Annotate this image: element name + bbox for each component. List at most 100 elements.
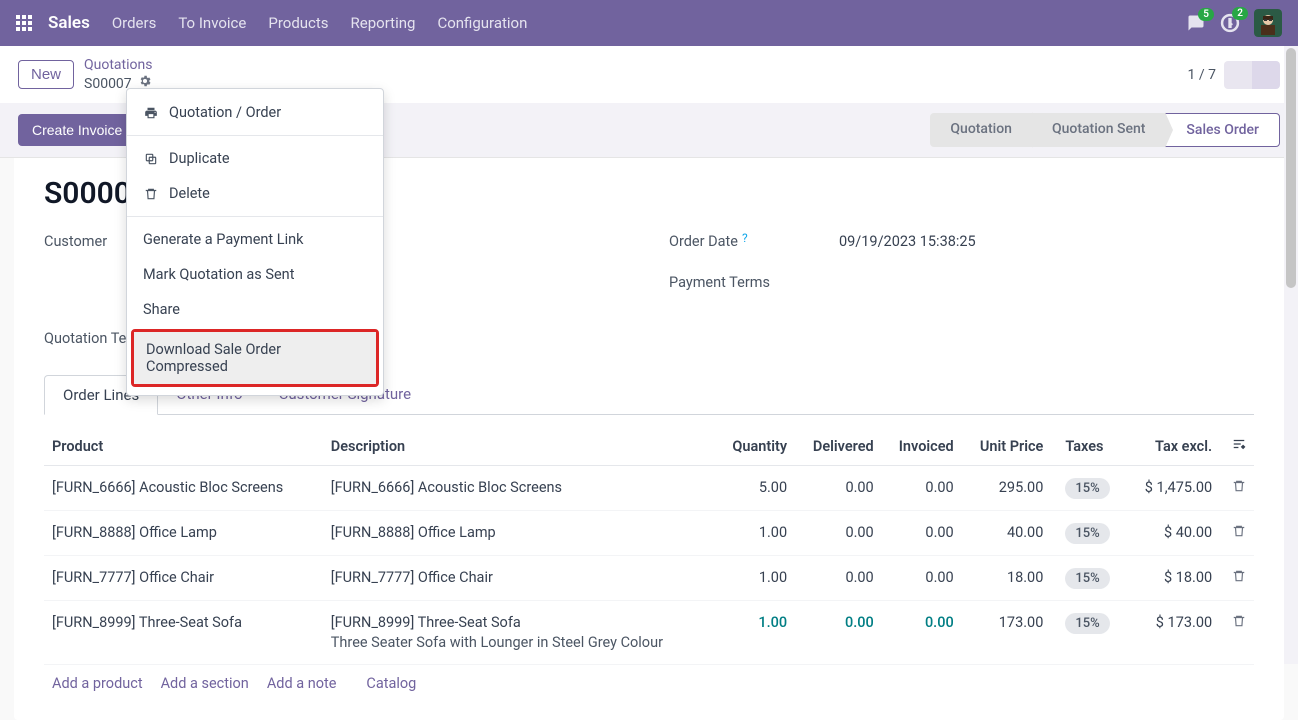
dd-print-quotation[interactable]: Quotation / Order	[127, 95, 383, 130]
table-row[interactable]: [FURN_8888] Office Lamp[FURN_8888] Offic…	[44, 511, 1254, 556]
trash-icon	[1232, 480, 1246, 497]
cell-delete[interactable]	[1220, 466, 1254, 511]
col-unit-price[interactable]: Unit Price	[962, 427, 1052, 466]
dd-mark-sent[interactable]: Mark Quotation as Sent	[127, 257, 383, 292]
activities-icon[interactable]: 2	[1220, 13, 1240, 33]
cell-tax-excl[interactable]: $ 1,475.00	[1126, 466, 1220, 511]
table-row[interactable]: [FURN_8999] Three-Seat Sofa[FURN_8999] T…	[44, 601, 1254, 665]
cell-delete[interactable]	[1220, 556, 1254, 601]
catalog-link[interactable]: Catalog	[366, 675, 416, 692]
col-settings-icon[interactable]	[1220, 427, 1254, 466]
add-product-link[interactable]: Add a product	[52, 675, 143, 692]
scrollbar-thumb[interactable]	[1286, 48, 1296, 288]
activities-count: 2	[1232, 7, 1248, 20]
apps-icon[interactable]	[16, 15, 32, 31]
col-taxes[interactable]: Taxes	[1051, 427, 1126, 466]
cell-delete[interactable]	[1220, 511, 1254, 556]
cell-quantity[interactable]: 1.00	[715, 556, 795, 601]
dd-delete[interactable]: Delete	[127, 176, 383, 211]
cell-description[interactable]: [FURN_8888] Office Lamp	[323, 511, 716, 556]
pager-next-button[interactable]	[1252, 61, 1280, 89]
dd-share[interactable]: Share	[127, 292, 383, 327]
trash-icon	[1232, 570, 1246, 587]
payment-terms-label: Payment Terms	[669, 274, 839, 291]
dd-generate-payment-link[interactable]: Generate a Payment Link	[127, 222, 383, 257]
cell-tax-excl[interactable]: $ 18.00	[1126, 556, 1220, 601]
cell-invoiced[interactable]: 0.00	[882, 556, 962, 601]
col-product[interactable]: Product	[44, 427, 323, 466]
cell-delivered[interactable]: 0.00	[795, 556, 882, 601]
cell-taxes[interactable]: 15%	[1051, 556, 1126, 601]
cell-product[interactable]: [FURN_6666] Acoustic Bloc Screens	[44, 466, 323, 511]
user-avatar[interactable]	[1254, 9, 1282, 37]
cell-unit-price[interactable]: 295.00	[962, 466, 1052, 511]
status-quotation-sent[interactable]: Quotation Sent	[1032, 113, 1165, 147]
cell-quantity[interactable]: 1.00	[715, 601, 795, 665]
col-quantity[interactable]: Quantity	[715, 427, 795, 466]
table-row[interactable]: [FURN_6666] Acoustic Bloc Screens[FURN_6…	[44, 466, 1254, 511]
cell-taxes[interactable]: 15%	[1051, 511, 1126, 556]
print-icon	[143, 106, 159, 120]
col-invoiced[interactable]: Invoiced	[882, 427, 962, 466]
nav-item-configuration[interactable]: Configuration	[437, 14, 527, 32]
cell-product[interactable]: [FURN_8999] Three-Seat Sofa	[44, 601, 323, 665]
status-sales-order[interactable]: Sales Order	[1165, 113, 1280, 147]
cell-description[interactable]: [FURN_6666] Acoustic Bloc Screens	[323, 466, 716, 511]
add-note-link[interactable]: Add a note	[267, 675, 337, 692]
nav-item-to-invoice[interactable]: To Invoice	[178, 14, 246, 32]
status-quotation[interactable]: Quotation	[930, 113, 1032, 147]
scrollbar[interactable]	[1284, 46, 1298, 664]
cell-quantity[interactable]: 1.00	[715, 511, 795, 556]
dd-print-label: Quotation / Order	[169, 104, 281, 121]
cell-quantity[interactable]: 5.00	[715, 466, 795, 511]
cell-delivered[interactable]: 0.00	[795, 466, 882, 511]
cell-taxes[interactable]: 15%	[1051, 466, 1126, 511]
cell-product[interactable]: [FURN_8888] Office Lamp	[44, 511, 323, 556]
cell-invoiced[interactable]: 0.00	[882, 511, 962, 556]
cell-delivered[interactable]: 0.00	[795, 511, 882, 556]
cell-delivered[interactable]: 0.00	[795, 601, 882, 665]
dd-download-label: Download Sale Order Compressed	[146, 341, 364, 375]
dd-download-compressed[interactable]: Download Sale Order Compressed	[134, 332, 376, 384]
dd-delete-label: Delete	[169, 185, 210, 202]
cell-description[interactable]: [FURN_7777] Office Chair	[323, 556, 716, 601]
trash-icon	[143, 187, 159, 201]
cell-unit-price[interactable]: 173.00	[962, 601, 1052, 665]
dd-duplicate-label: Duplicate	[169, 150, 230, 167]
nav-item-products[interactable]: Products	[268, 14, 328, 32]
app-brand[interactable]: Sales	[48, 13, 90, 33]
order-date-value[interactable]: 09/19/2023 15:38:25	[839, 233, 976, 250]
help-icon[interactable]: ?	[742, 231, 748, 245]
cell-invoiced[interactable]: 0.00	[882, 601, 962, 665]
cell-delete[interactable]	[1220, 601, 1254, 665]
pager-prev-button[interactable]	[1224, 61, 1252, 89]
create-invoice-button[interactable]: Create Invoice	[18, 114, 136, 146]
top-navbar: Sales Orders To Invoice Products Reporti…	[0, 0, 1298, 46]
nav-item-orders[interactable]: Orders	[112, 14, 157, 32]
col-description[interactable]: Description	[323, 427, 716, 466]
dd-gen-link-label: Generate a Payment Link	[143, 231, 303, 248]
trash-icon	[1232, 525, 1246, 542]
cell-invoiced[interactable]: 0.00	[882, 466, 962, 511]
pager-text: 1 / 7	[1188, 67, 1216, 83]
table-row[interactable]: [FURN_7777] Office Chair[FURN_7777] Offi…	[44, 556, 1254, 601]
dd-highlight-frame: Download Sale Order Compressed	[131, 329, 379, 387]
cell-product[interactable]: [FURN_7777] Office Chair	[44, 556, 323, 601]
messaging-icon[interactable]: 5	[1186, 14, 1206, 32]
new-button[interactable]: New	[18, 60, 74, 89]
cell-unit-price[interactable]: 18.00	[962, 556, 1052, 601]
col-delivered[interactable]: Delivered	[795, 427, 882, 466]
messaging-count: 5	[1198, 8, 1214, 21]
col-tax-excl[interactable]: Tax excl.	[1126, 427, 1220, 466]
cell-tax-excl[interactable]: $ 173.00	[1126, 601, 1220, 665]
cell-tax-excl[interactable]: $ 40.00	[1126, 511, 1220, 556]
breadcrumb-quotations[interactable]: Quotations	[84, 56, 152, 74]
cell-unit-price[interactable]: 40.00	[962, 511, 1052, 556]
dd-duplicate[interactable]: Duplicate	[127, 141, 383, 176]
nav-item-reporting[interactable]: Reporting	[351, 14, 416, 32]
add-links-row: Add a product Add a section Add a note C…	[44, 665, 1254, 702]
cell-taxes[interactable]: 15%	[1051, 601, 1126, 665]
cell-description[interactable]: [FURN_8999] Three-Seat SofaThree Seater …	[323, 601, 716, 665]
order-lines-table: Product Description Quantity Delivered I…	[44, 427, 1254, 665]
add-section-link[interactable]: Add a section	[161, 675, 249, 692]
